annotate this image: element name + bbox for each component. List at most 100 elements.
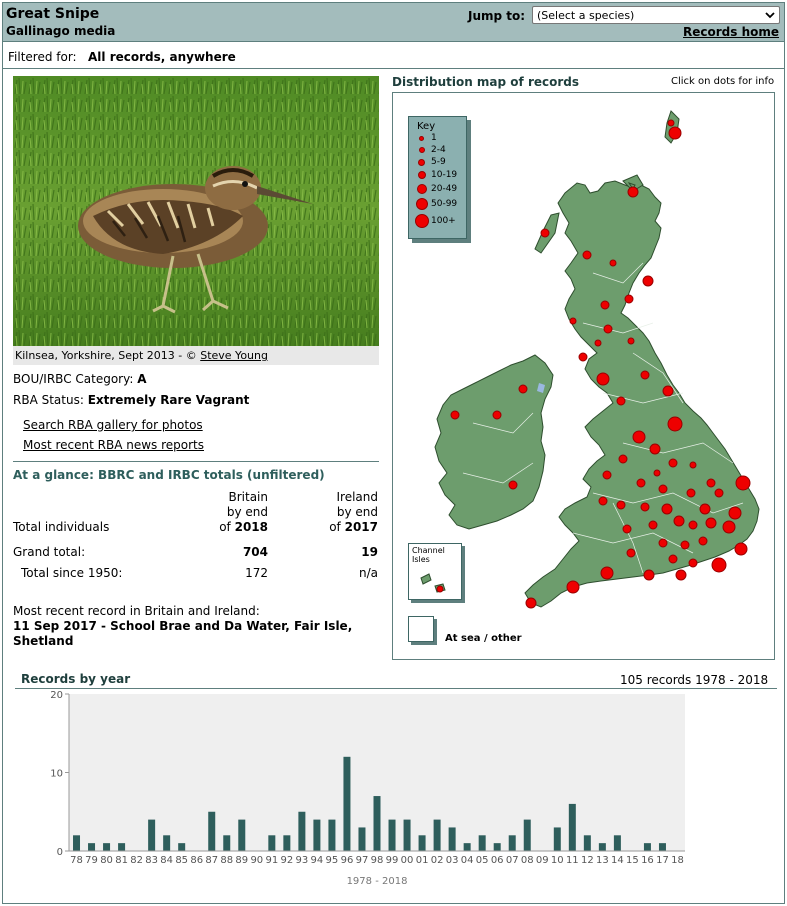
grand-total-label: Grand total: (13, 545, 86, 559)
chart-bar-11 (568, 803, 576, 851)
channel-isles-dot[interactable] (436, 585, 444, 593)
chart-x-tick: 96 (341, 855, 354, 866)
key-label-5: 20-49 (431, 184, 458, 194)
chart-x-tick: 10 (551, 855, 564, 866)
chart-x-tick: 06 (491, 855, 504, 866)
chart-x-tick: 99 (386, 855, 399, 866)
at-sea-label: At sea / other (445, 633, 522, 644)
at-sea-box[interactable] (408, 616, 434, 642)
chart-x-tick: 91 (265, 855, 278, 866)
since-1950-label: Total since 1950: (21, 566, 123, 580)
chart-x-tick: 05 (476, 855, 489, 866)
chart-x-tick: 80 (100, 855, 113, 866)
total-individuals-label: Total individuals (13, 520, 110, 534)
grand-total-britain: 704 (242, 545, 268, 559)
media-title: Gallinago media (6, 24, 116, 38)
britain-col-header-1: Britain (228, 490, 269, 504)
chart-x-tick: 78 (70, 855, 83, 866)
chevron-down-icon (765, 12, 775, 19)
snipe-photo-image (13, 76, 379, 346)
chart-bar-05 (478, 835, 486, 851)
britain-col-header-2: by end (226, 505, 268, 519)
key-label-2: 2-4 (431, 145, 446, 155)
chart-x-tick: 85 (175, 855, 188, 866)
chart-x-tick: 93 (296, 855, 309, 866)
bou-category-label: BOU/IRBC Category: (13, 372, 134, 386)
year-chart-summary: 105 records 1978 - 2018 (620, 673, 769, 687)
key-label-3: 5-9 (431, 157, 446, 167)
filter-bar: Filtered for: All records, anywhere (3, 43, 784, 69)
key-dot-6 (416, 198, 428, 210)
chart-bar-83 (148, 819, 156, 851)
photographer-link[interactable]: Steve Young (200, 349, 268, 362)
chart-bar-01 (418, 835, 426, 851)
chart-x-tick: 89 (235, 855, 248, 866)
key-row-7: 100+ (409, 214, 468, 228)
recent-record-value: 11 Sep 2017 - School Brae and Da Water, … (13, 619, 353, 648)
chart-x-tick: 14 (611, 855, 624, 866)
news-link[interactable]: Most recent RBA news reports (23, 438, 204, 452)
filter-label: Filtered for: (8, 50, 77, 64)
chart-x-tick: 12 (581, 855, 594, 866)
chart-x-tick: 17 (656, 855, 669, 866)
species-select-value: (Select a species) (537, 9, 635, 22)
ireland-col-header-3: of 2017 (303, 520, 378, 534)
chart-bar-98 (373, 796, 381, 851)
rba-status-label: RBA Status: (13, 393, 84, 407)
gallery-link[interactable]: Search RBA gallery for photos (23, 418, 203, 432)
chart-bar-93 (298, 811, 306, 851)
chart-x-tick: 13 (596, 855, 609, 866)
species-photo (13, 76, 379, 346)
chart-x-tick: 83 (145, 855, 158, 866)
chart-y-tick: 0 (57, 847, 63, 858)
chart-x-tick: 16 (641, 855, 654, 866)
map-title: Distribution map of records (392, 75, 580, 89)
chart-x-tick: 00 (401, 855, 414, 866)
key-dot-2 (419, 147, 425, 153)
chart-bar-89 (238, 819, 246, 851)
chart-bar-06 (493, 843, 501, 851)
key-label-7: 100+ (431, 216, 456, 226)
chart-x-tick: 81 (115, 855, 128, 866)
key-dot-3 (418, 159, 425, 166)
key-row-2: 2-4 (409, 145, 468, 157)
key-row-4: 10-19 (409, 170, 468, 182)
chart-x-tick: 09 (536, 855, 549, 866)
key-row-5: 20-49 (409, 184, 468, 196)
ireland-col-prefix: of (329, 520, 345, 534)
chart-bar-92 (283, 835, 291, 851)
key-label-1: 1 (431, 133, 437, 143)
chart-y-tick: 10 (50, 769, 63, 780)
chart-bar-00 (403, 819, 411, 851)
chart-bar-10 (553, 827, 561, 851)
ireland-col-header-2: by end (336, 505, 378, 519)
great-britain-land (524, 180, 760, 608)
photo-caption: Kilnsea, Yorkshire, Sept 2013 - © Steve … (13, 346, 379, 365)
species-select[interactable]: (Select a species) (532, 6, 780, 24)
chart-x-tick: 08 (521, 855, 534, 866)
chart-bar-88 (223, 835, 231, 851)
ireland-land (434, 354, 554, 530)
britain-col-header-3: of 2018 (203, 520, 268, 534)
chart-x-tick: 82 (130, 855, 143, 866)
key-dot-7 (415, 214, 429, 228)
map-hint: Click on dots for info (671, 76, 775, 87)
chart-bar-12 (583, 835, 591, 851)
rba-status-value: Extremely Rare Vagrant (87, 393, 250, 407)
key-row-3: 5-9 (409, 157, 468, 169)
chart-bar-87 (208, 811, 216, 851)
chart-bar-04 (463, 843, 471, 851)
chart-bar-13 (598, 843, 606, 851)
chart-bar-79 (88, 843, 96, 851)
chart-bar-16 (643, 843, 651, 851)
key-dot-1 (419, 136, 424, 141)
records-home-link[interactable]: Records home (683, 25, 779, 39)
key-label-4: 10-19 (431, 170, 458, 180)
britain-col-year: 2018 (234, 520, 268, 534)
distribution-map: Key 1 2-4 5-9 10-19 20-49 50-99 100+ Cha… (392, 92, 775, 660)
year-chart-title: Records by year (21, 672, 131, 686)
ireland-col-header-1: Ireland (336, 490, 378, 504)
map-key-title: Key (417, 121, 436, 132)
chart-bar-07 (508, 835, 516, 851)
chart-x-tick: 95 (326, 855, 339, 866)
